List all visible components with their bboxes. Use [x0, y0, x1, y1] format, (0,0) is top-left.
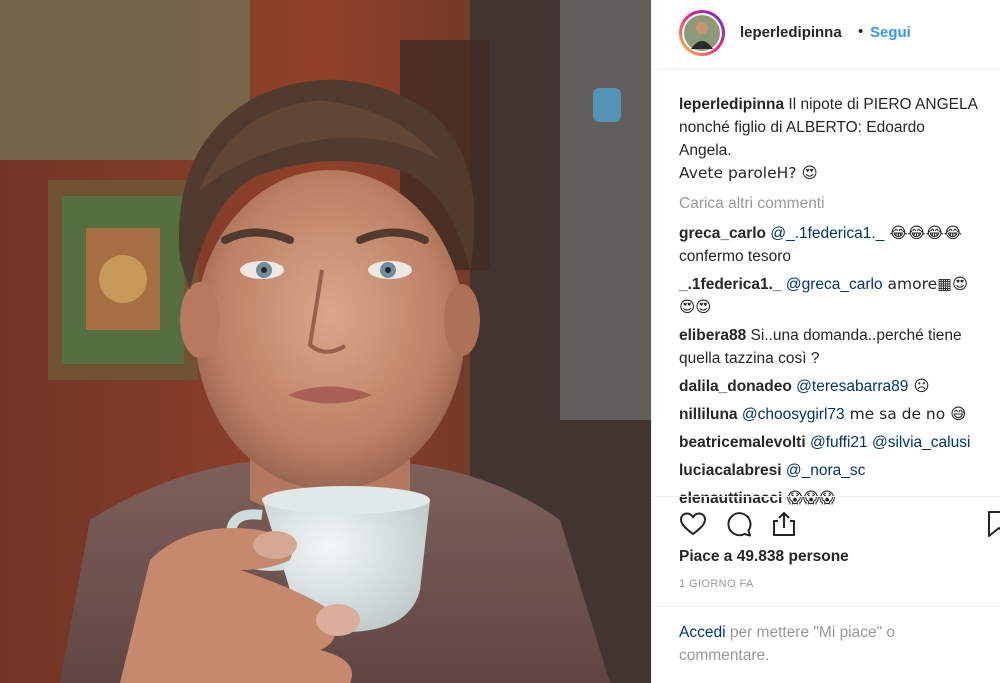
comment-text: Si..una domanda..perché tiene	[750, 327, 962, 344]
post-sidebar: leperledipinna • Segui leperledipinna Il…	[651, 0, 1000, 683]
post-dialog: leperledipinna • Segui leperledipinna Il…	[0, 0, 1000, 683]
comment-item: _.1federica1._ @greca_carlo amore▦😍 😍😍	[679, 273, 1000, 319]
comment-item: nilliluna @choosygirl73 me sa de no 😅	[679, 403, 1000, 426]
comment-text: me sa de no 😅	[844, 405, 967, 423]
likes-suffix: persone	[788, 548, 849, 565]
comment-text: amore▦😍	[882, 275, 968, 293]
comment-text-line2: confermo tesoro	[679, 248, 791, 265]
login-prompt: Accedi per mettere "Mi piace" o commenta…	[679, 621, 969, 667]
caption-username[interactable]: leperledipinna	[679, 96, 784, 113]
comment-text: 😂😂😂😂	[884, 224, 962, 242]
comment-mention[interactable]: @teresabarra89	[796, 378, 908, 395]
comment-text: ☹	[908, 377, 930, 395]
likes-count[interactable]: Piace a 49.838 persone	[679, 548, 849, 566]
author-username[interactable]: leperledipinna	[740, 24, 842, 41]
post-image	[0, 0, 651, 683]
comment-mention[interactable]: @_nora_sc	[786, 462, 866, 479]
post-timestamp[interactable]: 1 GIORNO FA	[679, 578, 754, 590]
comment-text: 😱😱😱	[786, 489, 836, 507]
post-photo[interactable]	[0, 0, 651, 683]
comment-mention[interactable]: @fuffi21 @silvia_calusi	[810, 434, 970, 451]
actions-divider	[652, 496, 1000, 498]
comment-item: elenauttinacci 😱😱😱	[679, 487, 1000, 510]
comment-item: greca_carlo @_.1federica1._ 😂😂😂😂 conferm…	[679, 222, 1000, 268]
likes-prefix: Piace a	[679, 548, 733, 565]
save-button[interactable]	[986, 510, 1000, 538]
comments-list: leperledipinna Il nipote di PIERO ANGELA…	[679, 93, 1000, 515]
comment-item: beatricemalevolti @fuffi21 @silvia_calus…	[679, 431, 1000, 454]
follow-button[interactable]: Segui	[870, 24, 911, 41]
like-button[interactable]	[679, 510, 707, 538]
comment-item: luciacalabresi @_nora_sc	[679, 459, 1000, 482]
post-header: leperledipinna • Segui	[652, 0, 1000, 69]
comment-username[interactable]: luciacalabresi	[679, 462, 782, 479]
load-more-comments-button[interactable]: Carica altri commenti	[679, 192, 1000, 215]
comment-username[interactable]: dalila_donadeo	[679, 378, 792, 395]
author-avatar[interactable]	[679, 10, 725, 56]
login-link[interactable]: Accedi	[679, 624, 726, 641]
caption-text-line2: Avete paroleH? 😍	[679, 164, 818, 182]
comment-text-line2: 😍😍	[679, 298, 712, 316]
comment-username[interactable]: _.1federica1._	[679, 276, 782, 293]
likes-number: 49.838	[736, 548, 785, 565]
comment-username[interactable]: beatricemalevolti	[679, 434, 806, 451]
header-separator: •	[858, 23, 864, 40]
comment-mention[interactable]: @greca_carlo	[786, 276, 883, 293]
bookmark-icon	[988, 511, 1000, 537]
comment-username[interactable]: elenauttinacci	[679, 490, 782, 507]
share-button[interactable]	[770, 510, 798, 538]
comment-text-line2: quella tazzina così ?	[679, 350, 820, 367]
comment-mention[interactable]: @_.1federica1._	[770, 225, 884, 242]
avatar-image	[684, 15, 720, 51]
heart-icon	[679, 512, 707, 536]
comment-username[interactable]: greca_carlo	[679, 225, 766, 242]
comment-username[interactable]: elibera88	[679, 327, 746, 344]
comment-mention[interactable]: @choosygirl73	[742, 406, 845, 423]
share-icon	[773, 511, 795, 536]
comment-button[interactable]	[725, 510, 753, 538]
comment-icon	[727, 512, 752, 537]
comment-item: dalila_donadeo @teresabarra89 ☹	[679, 375, 1000, 398]
comment-item: elibera88 Si..una domanda..perché tiene …	[679, 324, 1000, 370]
post-caption: leperledipinna Il nipote di PIERO ANGELA…	[679, 93, 979, 185]
footer-divider	[652, 606, 1000, 607]
comment-username[interactable]: nilliluna	[679, 406, 738, 423]
